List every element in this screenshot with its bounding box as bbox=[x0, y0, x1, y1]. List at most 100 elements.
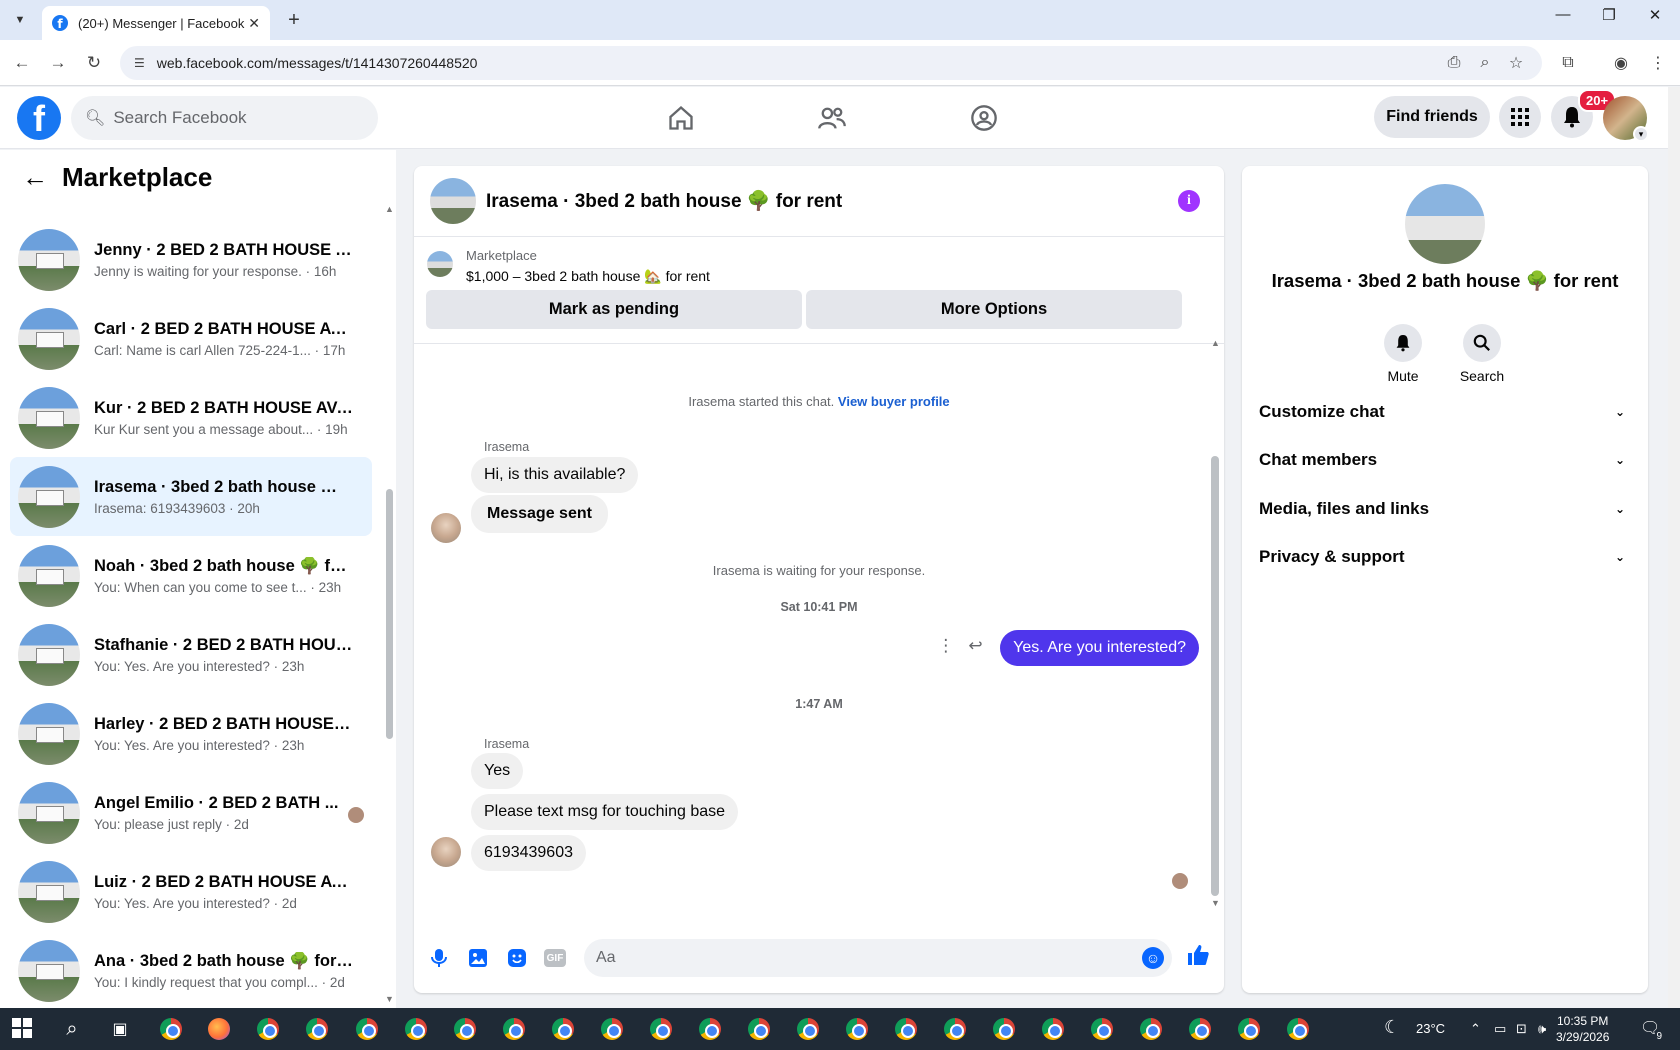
gif-icon[interactable]: GIF bbox=[544, 949, 566, 967]
chrome-taskbar-icon[interactable] bbox=[401, 1014, 431, 1044]
view-buyer-profile-link[interactable]: View buyer profile bbox=[838, 394, 950, 409]
chrome-taskbar-icon[interactable] bbox=[891, 1014, 921, 1044]
chrome-taskbar-icon[interactable] bbox=[989, 1014, 1019, 1044]
menu-kebab-icon[interactable]: ⋮ bbox=[1646, 51, 1670, 75]
sender-avatar[interactable] bbox=[431, 837, 461, 867]
site-info-icon[interactable]: ☰ bbox=[134, 56, 145, 70]
conversation-item[interactable]: Irasema · 3bed 2 bath house 🌳 ... Irasema… bbox=[10, 457, 372, 536]
listing-thumbnail[interactable] bbox=[427, 251, 453, 277]
taskbar-search-icon[interactable]: ⌕ bbox=[57, 1014, 87, 1044]
scroll-down-icon[interactable]: ▼ bbox=[385, 994, 394, 1004]
conversation-item[interactable]: Harley · 2 BED 2 BATH HOUSE A... You: Yes… bbox=[10, 694, 372, 773]
home-icon[interactable] bbox=[664, 101, 698, 135]
browser-tab[interactable]: f (20+) Messenger | Facebook ✕ bbox=[42, 6, 270, 40]
sticker-icon[interactable] bbox=[505, 946, 529, 970]
sidebar-scroll-thumb[interactable] bbox=[386, 489, 393, 739]
chrome-taskbar-icon[interactable] bbox=[597, 1014, 627, 1044]
chrome-taskbar-icon[interactable] bbox=[1283, 1014, 1313, 1044]
reload-icon[interactable]: ↻ bbox=[82, 51, 106, 75]
chat-scrollbar[interactable]: ▲ ▼ bbox=[1209, 338, 1221, 908]
chrome-taskbar-icon[interactable] bbox=[352, 1014, 382, 1044]
privacy-support-row[interactable]: Privacy & support ⌄ bbox=[1259, 537, 1631, 577]
install-app-icon[interactable]: ⎙ bbox=[1442, 51, 1466, 75]
conversation-item[interactable]: Kur · 2 BED 2 BATH HOUSE AVAI... Kur Kur … bbox=[10, 378, 372, 457]
page-scrollbar[interactable] bbox=[1668, 87, 1680, 1008]
chrome-taskbar-icon[interactable] bbox=[646, 1014, 676, 1044]
conversation-item[interactable]: Ana · 3bed 2 bath house 🌳 for r... You: I… bbox=[10, 931, 372, 1008]
incoming-message[interactable]: 6193439603 bbox=[471, 835, 586, 871]
media-files-links-row[interactable]: Media, files and links ⌄ bbox=[1259, 489, 1631, 529]
chrome-taskbar-icon[interactable] bbox=[744, 1014, 774, 1044]
incoming-message[interactable]: Yes bbox=[471, 753, 524, 789]
conversation-item[interactable]: Angel Emilio · 2 BED 2 BATH ... You: plea… bbox=[10, 773, 372, 852]
conversation-item[interactable]: Luiz · 2 BED 2 BATH HOUSE AVA... You: Yes… bbox=[10, 852, 372, 931]
conversation-item[interactable]: Noah · 3bed 2 bath house 🌳 for... You: Wh… bbox=[10, 536, 372, 615]
info-icon[interactable]: i bbox=[1178, 190, 1200, 212]
tray-chevron-up-icon[interactable]: ⌃ bbox=[1470, 1021, 1481, 1037]
chrome-taskbar-icon[interactable] bbox=[253, 1014, 283, 1044]
window-close-button[interactable]: ✕ bbox=[1632, 6, 1678, 24]
facebook-logo-icon[interactable]: f bbox=[17, 96, 61, 140]
profile-icon[interactable]: ◉ bbox=[1609, 51, 1633, 75]
scroll-up-icon[interactable]: ▲ bbox=[385, 204, 394, 214]
incoming-message[interactable]: Hi, is this available? bbox=[471, 457, 639, 493]
back-arrow-icon[interactable]: ← bbox=[22, 162, 52, 193]
chat-avatar[interactable] bbox=[430, 178, 476, 224]
customize-chat-row[interactable]: Customize chat ⌄ bbox=[1259, 392, 1631, 432]
microphone-icon[interactable] bbox=[427, 946, 451, 970]
chrome-taskbar-icon[interactable] bbox=[1087, 1014, 1117, 1044]
network-icon[interactable]: ⊡ bbox=[1516, 1021, 1527, 1037]
scroll-up-icon[interactable]: ▲ bbox=[1211, 338, 1220, 348]
conversation-item[interactable]: Jenny · 2 BED 2 BATH HOUSE AV... Jenny is… bbox=[10, 220, 372, 299]
chrome-taskbar-icon[interactable] bbox=[1185, 1014, 1215, 1044]
address-bar[interactable]: ☰ web.facebook.com/messages/t/1414307260… bbox=[120, 46, 1542, 80]
chrome-taskbar-icon[interactable] bbox=[940, 1014, 970, 1044]
incoming-message[interactable]: Message sent bbox=[471, 495, 608, 533]
notification-center-icon[interactable]: 🗨︎ 9 bbox=[1640, 1018, 1662, 1042]
mark-as-pending-button[interactable]: Mark as pending bbox=[426, 290, 802, 329]
groups-icon[interactable] bbox=[967, 101, 1001, 135]
task-view-icon[interactable]: ▣ bbox=[105, 1014, 135, 1044]
chrome-taskbar-icon[interactable] bbox=[695, 1014, 725, 1044]
chrome-taskbar-icon[interactable] bbox=[156, 1014, 186, 1044]
chrome-taskbar-icon[interactable] bbox=[1038, 1014, 1068, 1044]
sidebar-scrollbar[interactable]: ▲ ▼ bbox=[384, 204, 394, 1004]
sender-avatar[interactable] bbox=[431, 513, 461, 543]
emoji-icon[interactable]: ☺ bbox=[1142, 947, 1164, 969]
chat-members-row[interactable]: Chat members ⌄ bbox=[1259, 440, 1631, 480]
mute-button[interactable]: Mute bbox=[1368, 324, 1438, 384]
photo-icon[interactable] bbox=[466, 946, 490, 970]
more-actions-icon[interactable]: ⋮ bbox=[937, 636, 954, 656]
chrome-taskbar-icon[interactable] bbox=[499, 1014, 529, 1044]
reply-icon[interactable]: ↩ bbox=[968, 636, 982, 656]
volume-icon[interactable]: 🕪︎ bbox=[1538, 1021, 1546, 1037]
temperature-text[interactable]: 23°C bbox=[1416, 1021, 1445, 1036]
outgoing-message[interactable]: Yes. Are you interested? bbox=[1000, 630, 1199, 666]
chrome-taskbar-icon[interactable] bbox=[450, 1014, 480, 1044]
menu-grid-icon[interactable] bbox=[1499, 96, 1541, 138]
chat-scroll-thumb[interactable] bbox=[1211, 456, 1219, 896]
chrome-taskbar-icon[interactable] bbox=[1234, 1014, 1264, 1044]
listing-price-title[interactable]: $1,000 – 3bed 2 bath house 🏡 for rent bbox=[466, 268, 710, 285]
message-input[interactable]: Aa ☺ bbox=[584, 939, 1172, 977]
search-conversation-button[interactable]: Search bbox=[1447, 324, 1517, 384]
conversation-item[interactable]: Carl · 2 BED 2 BATH HOUSE AVAI... Carl: N… bbox=[10, 299, 372, 378]
windows-start-icon[interactable] bbox=[12, 1018, 32, 1038]
restore-button[interactable]: ❐ bbox=[1586, 6, 1632, 24]
more-options-button[interactable]: More Options bbox=[806, 290, 1182, 329]
taskbar-clock[interactable]: 10:35 PM 3/29/2026 bbox=[1556, 1013, 1609, 1045]
bookmark-star-icon[interactable]: ☆ bbox=[1504, 51, 1528, 75]
new-tab-button[interactable]: + bbox=[282, 8, 306, 32]
extensions-icon[interactable]: ⧉ bbox=[1556, 51, 1580, 75]
conversation-item[interactable]: Stafhanie · 2 BED 2 BATH HOUS... You: Yes… bbox=[10, 615, 372, 694]
chrome-taskbar-icon[interactable] bbox=[842, 1014, 872, 1044]
facebook-search-input[interactable]: 🔍︎ Search Facebook bbox=[71, 96, 378, 140]
incoming-message[interactable]: Please text msg for touching base bbox=[471, 794, 739, 830]
chrome-taskbar-icon[interactable] bbox=[302, 1014, 332, 1044]
minimize-button[interactable]: — bbox=[1540, 6, 1586, 23]
account-avatar[interactable]: ▾ bbox=[1603, 96, 1649, 142]
scroll-down-icon[interactable]: ▼ bbox=[1211, 898, 1220, 908]
chrome-taskbar-icon[interactable] bbox=[1136, 1014, 1166, 1044]
tab-close-icon[interactable]: ✕ bbox=[248, 15, 260, 32]
listing-avatar[interactable] bbox=[1405, 184, 1485, 264]
